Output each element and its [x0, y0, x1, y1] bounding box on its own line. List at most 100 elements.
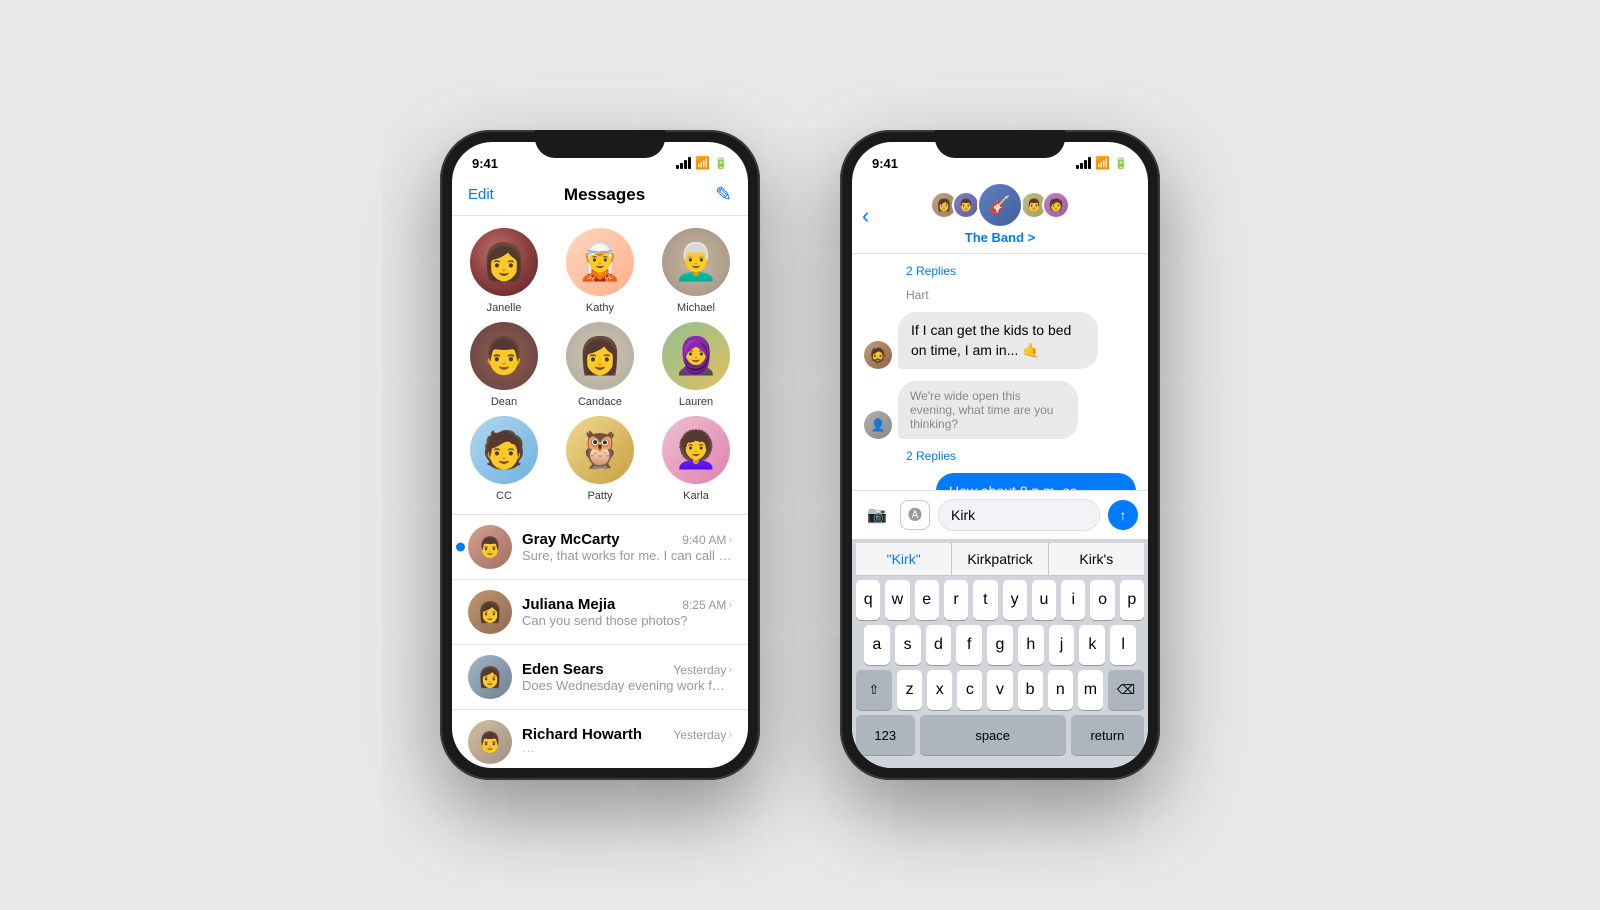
num-key[interactable]: 123	[856, 715, 915, 755]
notch-right	[935, 130, 1065, 158]
contact-name-dean: Dean	[491, 396, 517, 408]
key-o[interactable]: o	[1090, 580, 1114, 620]
time-left: 9:41	[472, 156, 498, 171]
key-c[interactable]: c	[957, 670, 982, 710]
key-d[interactable]: d	[926, 625, 952, 665]
key-i[interactable]: i	[1061, 580, 1085, 620]
contact-kathy[interactable]: 🧝 Kathy	[556, 228, 644, 314]
avatar-hart: 🧔	[864, 341, 892, 369]
key-r[interactable]: r	[944, 580, 968, 620]
contact-candace[interactable]: 👩 Candace	[556, 322, 644, 408]
edit-button[interactable]: Edit	[468, 186, 494, 203]
avatar: 👨	[468, 720, 512, 764]
shift-key[interactable]: ⇧	[856, 670, 892, 710]
contact-cc[interactable]: 🧑 CC	[460, 416, 548, 502]
signal-icon-right	[1076, 157, 1091, 169]
key-q[interactable]: q	[856, 580, 880, 620]
sender-name: Richard Howarth	[522, 726, 642, 743]
return-key[interactable]: return	[1071, 715, 1144, 755]
compose-button[interactable]: ✎	[715, 182, 732, 207]
contact-name-lauren: Lauren	[679, 396, 713, 408]
contact-patty[interactable]: 🦉 Patty	[556, 416, 644, 502]
chevron-icon: ›	[728, 729, 732, 741]
avatar-member-4: 🧑	[1042, 191, 1070, 219]
space-key[interactable]: space	[920, 715, 1066, 755]
message-content: Richard Howarth Yesterday › ···	[522, 726, 732, 758]
message-row-sent: How about 8 p.m. so maybe Hart can join?	[864, 473, 1136, 490]
group-avatars[interactable]: 👩 👨 🎸 👨 🧑	[933, 182, 1067, 228]
right-phone: 9:41 📶 🔋 ‹ 👩 👨 🎸 👨 🧑	[840, 130, 1160, 780]
avatar: 👩	[468, 590, 512, 634]
time-right: 9:41	[872, 156, 898, 171]
backspace-key[interactable]: ⌫	[1108, 670, 1144, 710]
key-l[interactable]: l	[1110, 625, 1136, 665]
keyboard-row-1: q w e r t y u i o p	[856, 580, 1144, 620]
message-input[interactable]: Kirk	[938, 499, 1100, 531]
key-h[interactable]: h	[1018, 625, 1044, 665]
message-content: Eden Sears Yesterday › Does Wednesday ev…	[522, 661, 732, 693]
key-s[interactable]: s	[895, 625, 921, 665]
camera-button[interactable]: 📷	[862, 500, 892, 530]
contact-name-michael: Michael	[677, 302, 715, 314]
key-a[interactable]: a	[864, 625, 890, 665]
input-bar: 📷 🅐 Kirk ↑	[852, 490, 1148, 539]
status-icons-right: 📶 🔋	[1076, 156, 1128, 170]
send-button[interactable]: ↑	[1108, 500, 1138, 530]
key-u[interactable]: u	[1032, 580, 1056, 620]
sender-name: Gray McCarty	[522, 531, 620, 548]
suggestion-kirkpatrick[interactable]: Kirkpatrick	[952, 543, 1048, 575]
key-n[interactable]: n	[1048, 670, 1073, 710]
suggestion-kirk-quoted[interactable]: "Kirk"	[856, 543, 952, 575]
contact-name-candace: Candace	[578, 396, 622, 408]
suggestions-row: "Kirk" Kirkpatrick Kirk's	[856, 543, 1144, 576]
chevron-icon: ›	[728, 534, 732, 546]
left-phone: 9:41 📶 🔋 Edit Messages ✎	[440, 130, 760, 780]
appstore-button[interactable]: 🅐	[900, 500, 930, 530]
avatar-member-main: 🎸	[977, 182, 1023, 228]
key-p[interactable]: p	[1120, 580, 1144, 620]
keyboard-row-3: ⇧ z x c v b n m ⌫	[856, 670, 1144, 710]
contact-name-karla: Karla	[683, 490, 709, 502]
key-k[interactable]: k	[1079, 625, 1105, 665]
key-v[interactable]: v	[987, 670, 1012, 710]
replies-label-2[interactable]: 2 Replies	[906, 449, 956, 463]
status-icons-left: 📶 🔋	[676, 156, 728, 170]
contact-dean[interactable]: 👨 Dean	[460, 322, 548, 408]
key-g[interactable]: g	[987, 625, 1013, 665]
contact-name-janelle: Janelle	[487, 302, 522, 314]
contact-karla[interactable]: 👩‍🦱 Karla	[652, 416, 740, 502]
key-x[interactable]: x	[927, 670, 952, 710]
avatar-gray-msg: 👤	[864, 411, 892, 439]
key-f[interactable]: f	[956, 625, 982, 665]
sender-label-hart: Hart	[906, 288, 1136, 302]
group-name[interactable]: The Band >	[965, 230, 1035, 245]
key-y[interactable]: y	[1003, 580, 1027, 620]
list-item[interactable]: 👨 Gray McCarty 9:40 AM › Sure, that work…	[452, 515, 748, 580]
notch	[535, 130, 665, 158]
key-z[interactable]: z	[897, 670, 922, 710]
chat-area: 2 Replies Hart 🧔 If I can get the kids t…	[852, 254, 1148, 490]
contact-lauren[interactable]: 🧕 Lauren	[652, 322, 740, 408]
sender-name: Eden Sears	[522, 661, 604, 678]
list-item[interactable]: 👩 Juliana Mejia 8:25 AM › Can you send t…	[452, 580, 748, 645]
contact-michael[interactable]: 👨‍🦳 Michael	[652, 228, 740, 314]
message-list: 👨 Gray McCarty 9:40 AM › Sure, that work…	[452, 515, 748, 768]
key-j[interactable]: j	[1049, 625, 1075, 665]
suggestion-kirks[interactable]: Kirk's	[1049, 543, 1144, 575]
key-m[interactable]: m	[1078, 670, 1103, 710]
list-item[interactable]: 👩 Eden Sears Yesterday › Does Wednesday …	[452, 645, 748, 710]
message-preview: Can you send those photos?	[522, 613, 732, 628]
key-t[interactable]: t	[973, 580, 997, 620]
contact-janelle[interactable]: 👩 Janelle	[460, 228, 548, 314]
contact-name-kathy: Kathy	[586, 302, 614, 314]
avatar-member-2: 👨	[952, 191, 980, 219]
key-w[interactable]: w	[885, 580, 909, 620]
key-e[interactable]: e	[915, 580, 939, 620]
messages-header: Edit Messages ✎	[452, 178, 748, 216]
replies-label-1[interactable]: 2 Replies	[906, 264, 956, 278]
key-b[interactable]: b	[1018, 670, 1043, 710]
list-item[interactable]: 👨 Richard Howarth Yesterday › ···	[452, 710, 748, 768]
back-button[interactable]: ‹	[862, 203, 869, 229]
battery-icon-right: 🔋	[1114, 157, 1128, 170]
message-preview: Sure, that works for me. I can call Stev…	[522, 548, 732, 563]
